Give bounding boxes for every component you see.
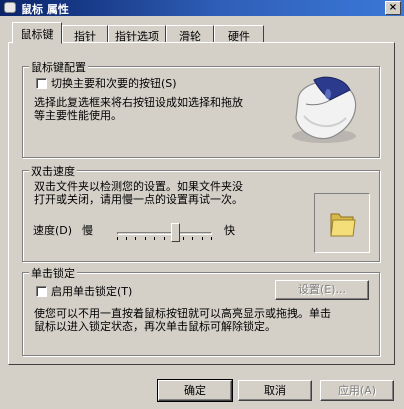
speed-slider-ticks [117,237,212,240]
close-button[interactable]: × [385,1,401,15]
click-lock-label[interactable]: 启用单击锁定(T) [51,285,132,298]
click-lock-settings-button[interactable]: 设置(E)... [275,280,369,300]
swap-buttons-checkbox[interactable] [36,78,47,89]
tab-pointer-options[interactable]: 指针选项 [108,25,166,43]
tab-pointers[interactable]: 指针 [62,25,108,43]
double-click-test-area[interactable] [314,193,370,253]
button-config-description-line1: 选择此复选框来将右按钮设成如选择和拖放 [34,96,243,109]
group-label: 鼠标键配置 [29,59,88,75]
speed-label: 速度(D) [33,224,73,237]
tab-label: 鼠标键 [20,28,54,41]
mouse-icon [292,76,357,143]
speed-slider-thumb[interactable] [171,223,180,242]
speed-slider-track[interactable] [117,232,212,235]
slow-label: 慢 [82,224,93,237]
group-label: 单击锁定 [29,265,77,281]
tab-hardware[interactable]: 硬件 [214,25,264,43]
double-click-description-line1: 双击文件夹以检测您的设置。如果文件夹没 [34,180,243,193]
folder-icon[interactable] [327,208,357,240]
button-config-description-line2: 等主要性能使用。 [34,109,122,122]
ok-button[interactable]: 确定 [157,379,233,402]
fast-label: 快 [224,224,235,237]
title-bar[interactable]: 鼠标 属性 × [0,0,404,16]
tab-buttons[interactable]: 鼠标键 [12,22,62,44]
double-click-description-line2: 打开或关闭，请用慢一点的设置再试一次。 [34,193,243,206]
swap-buttons-label[interactable]: 切换主要和次要的按钮(S) [51,77,177,90]
tab-wheel[interactable]: 滑轮 [166,25,214,43]
window-title: 鼠标 属性 [21,3,69,16]
mouse-app-icon [4,2,16,13]
click-lock-description-line1: 使您可以不用一直按着鼠标按钮就可以高亮显示或拖拽。单击 [34,307,331,320]
click-lock-description-line2: 鼠标以进入锁定状态，再次单击鼠标可解除锁定。 [34,320,276,333]
click-lock-checkbox[interactable] [36,286,47,297]
group-label: 双击速度 [29,163,77,179]
cancel-button[interactable]: 取消 [238,380,312,401]
apply-button[interactable]: 应用(A) [320,380,394,401]
